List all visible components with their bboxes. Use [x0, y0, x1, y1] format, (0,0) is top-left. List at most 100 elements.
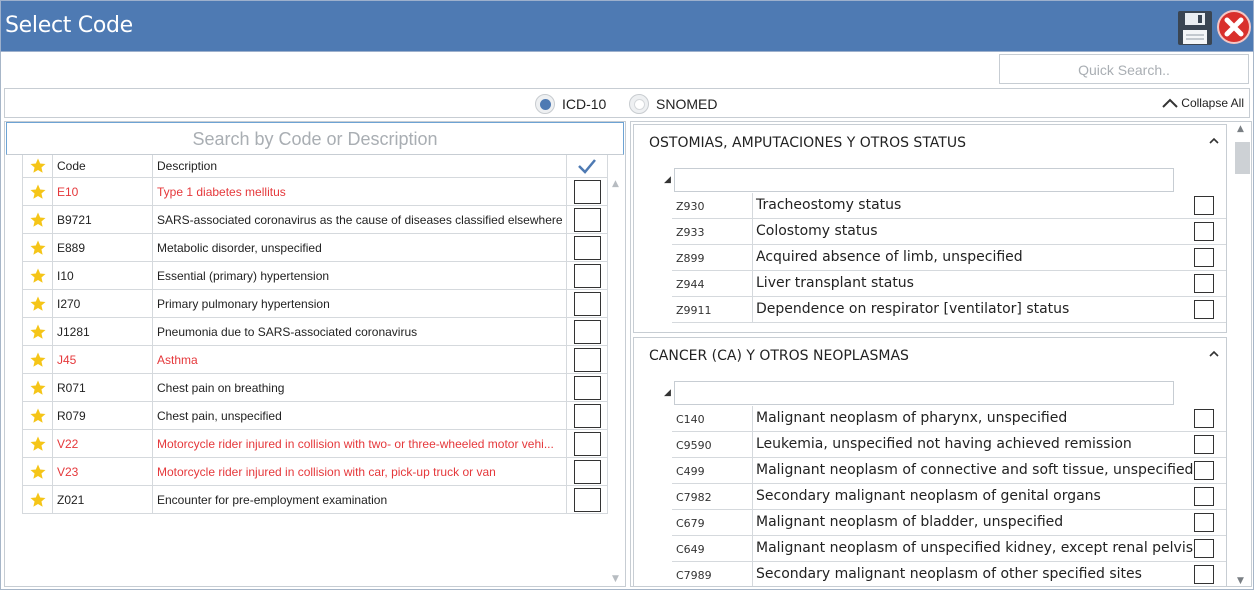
star-icon[interactable]: [29, 323, 47, 341]
star-icon[interactable]: [29, 183, 47, 201]
select-checkbox[interactable]: [1194, 461, 1214, 480]
favorite-star-cell[interactable]: [22, 374, 52, 401]
table-row[interactable]: E10 Type 1 diabetes mellitus: [22, 178, 608, 206]
scroll-down-icon[interactable]: ▼: [612, 574, 619, 584]
table-row[interactable]: B9721 SARS-associated coronavirus as the …: [22, 206, 608, 234]
favorite-star-cell[interactable]: [22, 290, 52, 317]
select-checkbox[interactable]: [1194, 274, 1214, 293]
select-checkbox[interactable]: [1194, 539, 1214, 558]
select-checkbox[interactable]: [573, 319, 601, 344]
select-checkbox[interactable]: [573, 487, 601, 512]
star-icon[interactable]: [29, 463, 47, 481]
select-checkbox[interactable]: [1194, 222, 1214, 241]
scroll-down-icon[interactable]: ▼: [1237, 576, 1244, 586]
select-cell: [566, 206, 608, 233]
list-item[interactable]: C140 Malignant neoplasm of pharynx, unspe…: [672, 406, 1226, 432]
group-header[interactable]: OSTOMIAS, AMPUTACIONES Y OTROS STATUS: [634, 125, 1226, 157]
favorites-scrollbar[interactable]: ▲ ▼: [608, 179, 625, 584]
select-checkbox[interactable]: [1194, 565, 1214, 584]
favorite-star-cell[interactable]: [22, 262, 52, 289]
groups-scrollbar[interactable]: ▲ ▼: [1234, 124, 1251, 586]
table-row[interactable]: I270 Primary pulmonary hypertension: [22, 290, 608, 318]
scroll-up-icon[interactable]: ▲: [612, 179, 619, 189]
select-checkbox[interactable]: [573, 207, 601, 232]
list-item[interactable]: Z9911 Dependence on respirator [ventilato…: [672, 297, 1226, 323]
star-icon[interactable]: [29, 379, 47, 397]
select-checkbox[interactable]: [1194, 300, 1214, 319]
select-checkbox[interactable]: [1194, 435, 1214, 454]
star-icon[interactable]: [29, 435, 47, 453]
list-item[interactable]: Z944 Liver transplant status: [672, 271, 1226, 297]
star-column-header[interactable]: [22, 155, 52, 177]
list-item[interactable]: C679 Malignant neoplasm of bladder, unspe…: [672, 510, 1226, 536]
star-icon[interactable]: [29, 407, 47, 425]
table-row[interactable]: R079 Chest pain, unspecified: [22, 402, 608, 430]
select-checkbox[interactable]: [573, 459, 601, 484]
expand-triangle-icon[interactable]: ◢: [664, 175, 671, 185]
select-checkbox[interactable]: [573, 431, 601, 456]
favorite-star-cell[interactable]: [22, 346, 52, 373]
scroll-up-icon[interactable]: ▲: [1237, 124, 1244, 134]
select-checkbox[interactable]: [573, 403, 601, 428]
table-row[interactable]: J1281 Pneumonia due to SARS-associated co…: [22, 318, 608, 346]
favorite-star-cell[interactable]: [22, 318, 52, 345]
list-item[interactable]: Z930 Tracheostomy status: [672, 193, 1226, 219]
select-checkbox[interactable]: [573, 263, 601, 288]
list-item[interactable]: C7989 Secondary malignant neoplasm of oth…: [672, 562, 1226, 586]
group-filter-input[interactable]: [674, 168, 1174, 192]
code-search-input[interactable]: Search by Code or Description: [6, 122, 624, 155]
select-checkbox[interactable]: [1194, 248, 1214, 267]
favorite-star-cell[interactable]: [22, 402, 52, 429]
table-row[interactable]: R071 Chest pain on breathing: [22, 374, 608, 402]
select-checkbox[interactable]: [573, 291, 601, 316]
favorite-star-cell[interactable]: [22, 486, 52, 513]
select-column-header[interactable]: [566, 155, 608, 177]
table-row[interactable]: E889 Metabolic disorder, unspecified: [22, 234, 608, 262]
chevron-up-icon[interactable]: [1208, 136, 1220, 146]
favorite-star-cell[interactable]: [22, 430, 52, 457]
expand-triangle-icon[interactable]: ◢: [664, 388, 671, 398]
list-item[interactable]: C7982 Secondary malignant neoplasm of gen…: [672, 484, 1226, 510]
description-column-header[interactable]: Description: [152, 155, 566, 177]
star-icon[interactable]: [29, 295, 47, 313]
chevron-up-icon[interactable]: [1208, 349, 1220, 359]
list-item[interactable]: Z899 Acquired absence of limb, unspecifie…: [672, 245, 1226, 271]
star-icon[interactable]: [29, 267, 47, 285]
favorite-star-cell[interactable]: [22, 206, 52, 233]
star-icon[interactable]: [29, 239, 47, 257]
select-checkbox[interactable]: [573, 347, 601, 372]
select-checkbox[interactable]: [1194, 196, 1214, 215]
close-button[interactable]: [1216, 9, 1252, 45]
select-checkbox[interactable]: [573, 179, 601, 204]
snomed-radio[interactable]: SNOMED: [629, 93, 717, 115]
table-row[interactable]: J45 Asthma: [22, 346, 608, 374]
group-filter-input[interactable]: [674, 381, 1174, 405]
select-checkbox[interactable]: [573, 375, 601, 400]
quick-search-input[interactable]: Quick Search..: [999, 54, 1249, 84]
star-icon[interactable]: [29, 351, 47, 369]
icd10-radio[interactable]: ICD-10: [535, 93, 606, 115]
collapse-all-button[interactable]: Collapse All: [1161, 96, 1244, 110]
select-checkbox[interactable]: [1194, 409, 1214, 428]
star-icon[interactable]: [29, 211, 47, 229]
code-column-header[interactable]: Code: [52, 155, 152, 177]
description-text: SARS-associated coronavirus as the cause…: [157, 212, 563, 227]
list-item[interactable]: C649 Malignant neoplasm of unspecified ki…: [672, 536, 1226, 562]
list-item[interactable]: C499 Malignant neoplasm of connective and…: [672, 458, 1226, 484]
star-icon[interactable]: [29, 491, 47, 509]
table-row[interactable]: V22 Motorcycle rider injured in collision…: [22, 430, 608, 458]
favorite-star-cell[interactable]: [22, 234, 52, 261]
select-checkbox[interactable]: [1194, 487, 1214, 506]
list-item[interactable]: C9590 Leukemia, unspecified not having ac…: [672, 432, 1226, 458]
list-item[interactable]: Z933 Colostomy status: [672, 219, 1226, 245]
scroll-thumb[interactable]: [1235, 142, 1250, 174]
table-row[interactable]: Z021 Encounter for pre-employment examina…: [22, 486, 608, 514]
select-checkbox[interactable]: [573, 235, 601, 260]
table-row[interactable]: I10 Essential (primary) hypertension: [22, 262, 608, 290]
group-header[interactable]: CANCER (CA) Y OTROS NEOPLASMAS: [634, 338, 1226, 370]
favorite-star-cell[interactable]: [22, 458, 52, 485]
favorite-star-cell[interactable]: [22, 178, 52, 205]
table-row[interactable]: V23 Motorcycle rider injured in collision…: [22, 458, 608, 486]
select-checkbox[interactable]: [1194, 513, 1214, 532]
save-button[interactable]: [1177, 10, 1213, 46]
